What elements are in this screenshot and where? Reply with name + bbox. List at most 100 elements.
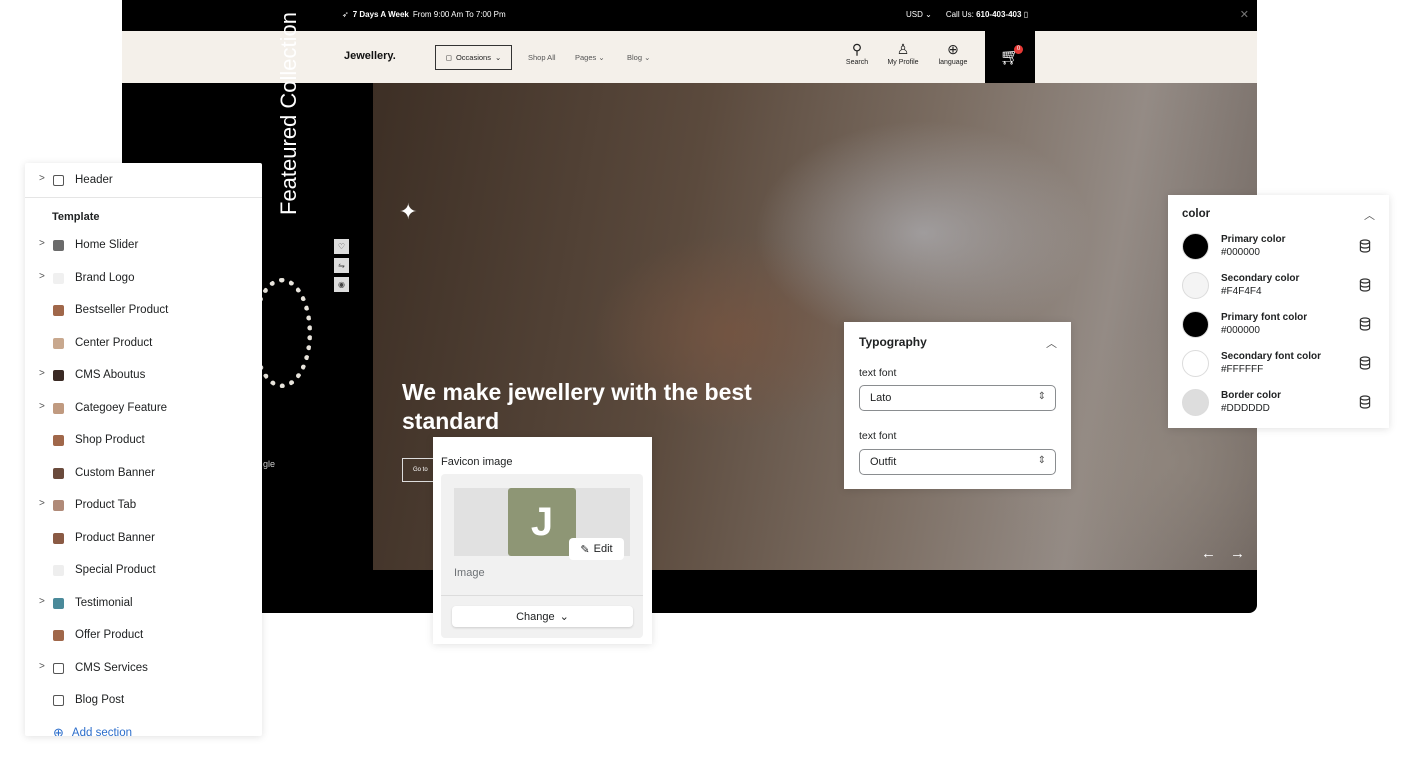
- section-item[interactable]: > CMS Aboutus: [25, 365, 262, 387]
- chevron-right-icon[interactable]: >: [39, 661, 45, 672]
- arrow-right-icon[interactable]: →: [1230, 545, 1245, 562]
- color-swatch[interactable]: [1182, 389, 1209, 416]
- chevron-right-icon[interactable]: >: [39, 238, 45, 249]
- chevron-right-icon[interactable]: >: [39, 596, 45, 607]
- social-icons: ♡ ⇋ ◉: [334, 239, 349, 292]
- color-hex: #DDDDDD: [1221, 403, 1270, 414]
- text-font-select[interactable]: Outfit ⇕: [859, 449, 1056, 475]
- sections-panel: > Header Template > Home Slider > Brand Log…: [25, 163, 262, 736]
- store-logo[interactable]: Jewellery.: [344, 50, 396, 62]
- document-icon: [53, 695, 64, 706]
- text-font-label: text font: [859, 430, 897, 442]
- template-heading: Template: [52, 211, 100, 223]
- section-item[interactable]: > Brand Logo: [25, 268, 262, 290]
- chevron-right-icon[interactable]: >: [39, 368, 45, 379]
- occasions-menu[interactable]: ◻ Occasions ⌄: [435, 45, 512, 70]
- section-item-label: Brand Logo: [75, 271, 135, 284]
- section-item[interactable]: > Categoey Feature: [25, 398, 262, 420]
- user-icon: ♙: [896, 41, 910, 57]
- section-item-label: Blog Post: [75, 694, 125, 706]
- favicon-dropzone: J ✎ Edit Image Change ⌄: [441, 474, 643, 638]
- slider-arrows: ← →: [1201, 545, 1245, 562]
- database-icon[interactable]: [1359, 278, 1371, 292]
- section-item[interactable]: Center Product: [25, 333, 262, 355]
- chevron-right-icon[interactable]: >: [39, 271, 45, 282]
- section-thumbnail: [53, 630, 64, 641]
- section-item[interactable]: Shop Product: [25, 430, 262, 452]
- database-icon[interactable]: [1359, 356, 1371, 370]
- nav-blog[interactable]: Blog ⌄: [627, 53, 650, 62]
- cart-button[interactable]: 🛒︎ 0: [985, 31, 1035, 83]
- chevron-up-icon[interactable]: ︿: [1046, 335, 1057, 351]
- currency-selector[interactable]: USD ⌄: [906, 10, 932, 19]
- favicon-title: Favicon image: [441, 456, 513, 468]
- section-item[interactable]: > Product Tab: [25, 495, 262, 517]
- section-thumbnail: [53, 435, 64, 446]
- chevron-right-icon[interactable]: >: [39, 498, 45, 509]
- header-icon: [53, 175, 64, 186]
- language-button[interactable]: ⊕ language: [933, 41, 973, 66]
- section-item[interactable]: Special Product: [25, 560, 262, 582]
- divider: [25, 197, 262, 198]
- section-item[interactable]: Custom Banner: [25, 463, 262, 485]
- text-font-label: text font: [859, 367, 897, 379]
- close-icon[interactable]: ✕: [1240, 8, 1249, 21]
- typography-title: Typography: [859, 335, 927, 349]
- section-item-label: Bestseller Product: [75, 304, 169, 316]
- arrow-left-icon[interactable]: ←: [1201, 545, 1216, 562]
- search-button[interactable]: ⚲ Search: [837, 41, 877, 66]
- color-hex: #F4F4F4: [1221, 286, 1262, 297]
- profile-button[interactable]: ♙ My Profile: [883, 41, 923, 66]
- section-thumbnail: [53, 662, 64, 674]
- add-section-button[interactable]: ⊕ Add section: [53, 725, 132, 736]
- color-name: Border color: [1221, 390, 1282, 401]
- chevron-right-icon[interactable]: >: [39, 401, 45, 412]
- section-item-label: CMS Services: [75, 661, 148, 674]
- database-icon[interactable]: [1359, 239, 1371, 253]
- phone-icon: ▯: [1023, 10, 1029, 19]
- chevron-up-icon[interactable]: ︿: [1364, 207, 1375, 223]
- section-item[interactable]: Blog Post: [25, 690, 262, 712]
- section-item[interactable]: Bestseller Product: [25, 300, 262, 322]
- section-item[interactable]: > CMS Services: [25, 658, 262, 680]
- color-hex: #000000: [1221, 325, 1260, 336]
- section-item-label: Special Product: [75, 564, 156, 576]
- chevron-right-icon[interactable]: >: [39, 173, 45, 184]
- section-thumbnail: [53, 402, 64, 414]
- divider: [441, 595, 643, 596]
- color-swatch[interactable]: [1182, 233, 1209, 260]
- database-icon[interactable]: [1359, 395, 1371, 409]
- section-item[interactable]: Offer Product: [25, 625, 262, 647]
- favicon-image: J: [508, 488, 576, 556]
- sparkle-icon: ✦: [399, 199, 418, 224]
- section-item[interactable]: > Testimonial: [25, 593, 262, 615]
- color-setting: Border color #DDDDDD: [1168, 387, 1389, 419]
- color-setting: Secondary font color #FFFFFF: [1168, 348, 1389, 380]
- change-image-button[interactable]: Change ⌄: [452, 606, 633, 627]
- pencil-icon: ✎: [580, 543, 590, 556]
- color-name: Primary font color: [1221, 312, 1308, 323]
- section-item[interactable]: Product Banner: [25, 528, 262, 550]
- chevron-down-icon: ⌄: [559, 611, 569, 623]
- section-item-label: Product Banner: [75, 531, 155, 544]
- heart-icon[interactable]: ♡: [334, 239, 349, 254]
- section-thumbnail: [53, 370, 64, 381]
- text-font-select[interactable]: Lato ⇕: [859, 385, 1056, 411]
- color-title: color: [1182, 208, 1211, 220]
- side-text: gle: [263, 459, 276, 469]
- color-swatch[interactable]: [1182, 350, 1209, 377]
- section-item-label: Center Product: [75, 336, 153, 349]
- section-header[interactable]: > Header: [25, 170, 262, 192]
- nav-pages[interactable]: Pages ⌄: [575, 53, 605, 62]
- compare-icon[interactable]: ⇋: [334, 258, 349, 273]
- color-swatch[interactable]: [1182, 311, 1209, 338]
- color-hex: #000000: [1221, 247, 1260, 258]
- featured-collection-title: Feateured Collection: [276, 11, 301, 215]
- database-icon[interactable]: [1359, 317, 1371, 331]
- nav-shop-all[interactable]: Shop All: [528, 53, 556, 62]
- edit-image-button[interactable]: ✎ Edit: [569, 538, 624, 560]
- section-thumbnail: [53, 272, 64, 284]
- color-swatch[interactable]: [1182, 272, 1209, 299]
- section-item[interactable]: > Home Slider: [25, 235, 262, 257]
- eye-icon[interactable]: ◉: [334, 277, 349, 292]
